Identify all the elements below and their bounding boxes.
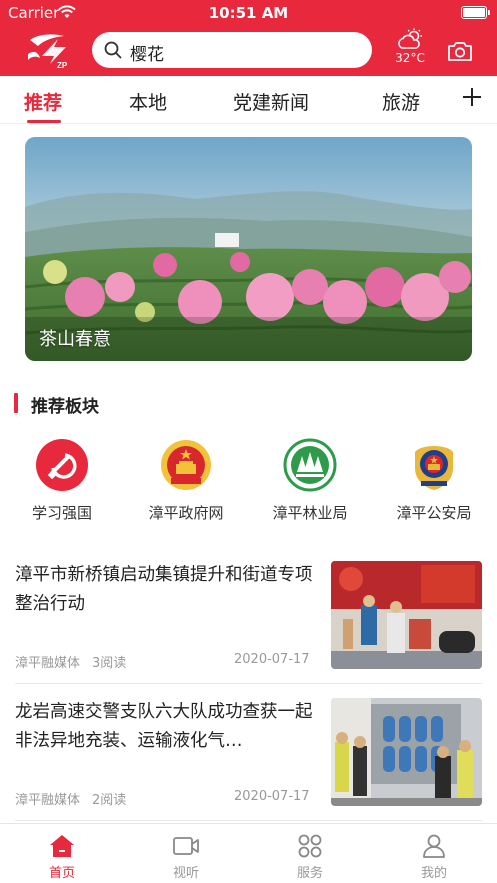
police-emblem-icon: [415, 446, 453, 490]
nav-label: 服务: [296, 866, 323, 881]
news-divider: [15, 683, 482, 684]
camera-icon[interactable]: [447, 40, 473, 62]
banner-caption: 茶山春意: [39, 329, 111, 350]
grid-icon: [298, 834, 322, 858]
status-bar: Carrier 10:51 AM: [0, 0, 497, 26]
tab-recommend[interactable]: 推荐: [24, 88, 62, 115]
status-time: 10:51 AM: [208, 4, 289, 22]
quick-link-label: 漳平政府网: [148, 504, 224, 522]
nav-label: 首页: [48, 866, 75, 881]
nav-label: 视听: [172, 866, 199, 881]
news-title: 龙岩高速交警支队六大队成功查获一起非法异地充装、运输液化气…: [15, 702, 313, 751]
nav-label: 我的: [420, 866, 447, 881]
quick-link-label: 漳平公安局: [396, 504, 472, 522]
user-icon: [423, 834, 445, 858]
news-item[interactable]: 漳平市新桥镇启动集镇提升和街道专项整治行动 漳平融媒体 3阅读 2020-07-1…: [0, 561, 497, 683]
section-accent-bar: [14, 393, 18, 413]
featured-banner[interactable]: 茶山春意: [25, 137, 472, 361]
news-title: 漳平市新桥镇启动集镇提升和街道专项整治行动: [15, 565, 313, 614]
news-item[interactable]: 龙岩高速交警支队六大队成功查获一起非法异地充装、运输液化气… 漳平融媒体 2阅读 …: [0, 698, 497, 820]
national-emblem-icon: [161, 440, 211, 490]
party-emblem-icon: [36, 439, 88, 491]
forestry-emblem-icon: [283, 438, 337, 492]
quick-link-label: 学习强国: [31, 504, 92, 522]
search-input[interactable]: 樱花: [130, 40, 164, 65]
nav-profile[interactable]: 我的: [404, 834, 464, 881]
news-reads: 2阅读: [92, 793, 127, 808]
nav-home[interactable]: 首页: [32, 834, 92, 881]
news-divider: [15, 820, 482, 821]
add-tab-icon[interactable]: [461, 86, 483, 108]
weather-sun-cloud-icon: [398, 28, 422, 49]
tab-local[interactable]: 本地: [129, 88, 167, 115]
news-thumbnail: [331, 698, 482, 806]
nav-video[interactable]: 视听: [156, 834, 216, 881]
news-thumbnail: [331, 561, 482, 669]
quick-link-police[interactable]: 漳平公安局: [379, 438, 489, 523]
active-tab-indicator: [27, 120, 61, 123]
news-meta: 漳平融媒体 3阅读: [15, 652, 126, 671]
home-icon: [50, 835, 74, 857]
news-meta: 漳平融媒体 2阅读: [15, 789, 126, 808]
battery-icon: [461, 6, 490, 19]
news-reads: 3阅读: [92, 656, 127, 671]
news-date: 2020-07-17: [234, 652, 310, 667]
tab-party-news[interactable]: 党建新闻: [233, 88, 309, 115]
bottom-nav: 首页 视听 服务 我的: [0, 823, 497, 883]
weather-temp: 32°C: [395, 51, 425, 65]
app-logo-icon[interactable]: ZP: [24, 30, 74, 70]
news-source: 漳平融媒体: [15, 793, 81, 808]
section-title: 推荐板块: [31, 397, 99, 417]
logo-text: ZP: [57, 61, 68, 70]
quick-link-forestry[interactable]: 漳平林业局: [255, 438, 365, 523]
quick-link-label: 漳平林业局: [272, 504, 348, 522]
search-icon: [104, 41, 122, 59]
nav-services[interactable]: 服务: [280, 834, 340, 881]
quick-link-xuexi[interactable]: 学习强国: [7, 438, 117, 523]
app-header: Carrier 10:51 AM ZP 樱花 32°C: [0, 0, 497, 76]
tab-travel[interactable]: 旅游: [382, 88, 420, 115]
search-bar[interactable]: 樱花: [92, 32, 372, 68]
video-camera-icon: [173, 837, 199, 855]
news-source: 漳平融媒体: [15, 656, 81, 671]
quick-link-government[interactable]: 漳平政府网: [131, 438, 241, 523]
weather-widget[interactable]: 32°C: [392, 28, 428, 72]
news-date: 2020-07-17: [234, 789, 310, 804]
category-tabs: 推荐 本地 党建新闻 旅游: [0, 76, 497, 124]
